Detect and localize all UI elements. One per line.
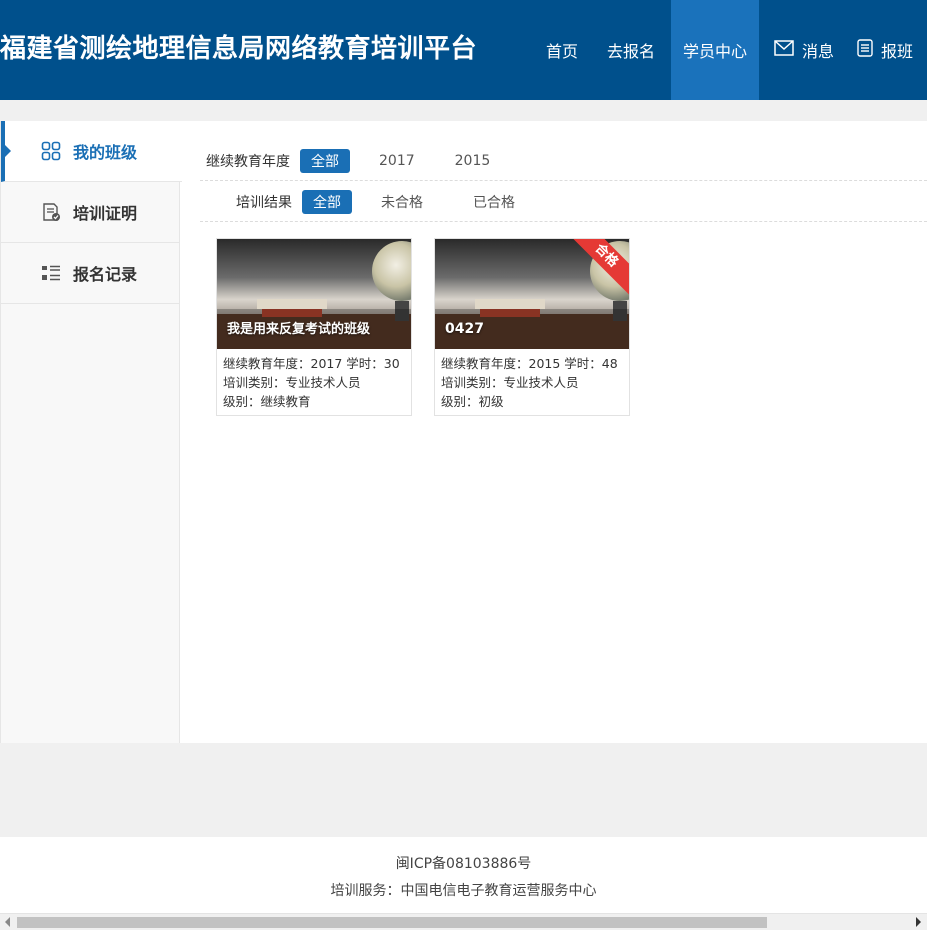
nav-student-center-label: 学员中心 xyxy=(682,42,747,61)
year-filter-all[interactable]: 全部 xyxy=(300,148,350,173)
nav-home-label: 首页 xyxy=(545,42,578,61)
scroll-left-icon[interactable] xyxy=(5,917,10,927)
certificate-icon xyxy=(41,202,61,222)
year-filter: 继续教育年度 全部 2017 2015 xyxy=(200,141,927,181)
class-level: 级别：初级 xyxy=(441,394,504,409)
horizontal-scrollbar[interactable] xyxy=(0,913,927,930)
main-container: 我的班级 培训证明 报名记录 继续教育年度 全部 2017 2015 培训结果 … xyxy=(0,121,927,743)
class-category: 培训类别：专业技术人员 xyxy=(441,375,579,390)
nav-enroll-label: 去报名 xyxy=(606,42,655,61)
scrollbar-thumb[interactable] xyxy=(17,917,767,928)
nav-student-center[interactable]: 学员中心 xyxy=(671,0,759,100)
service-provider: 培训服务：中国电信电子教育运营服务中心 xyxy=(330,883,597,899)
sidebar-item-my-classes[interactable]: 我的班级 xyxy=(1,121,182,182)
class-info: 继续教育年度：2017 学时：30 培训类别：专业技术人员 级别：继续教育 xyxy=(217,349,411,411)
sidebar-item-label: 报名记录 xyxy=(73,265,138,284)
result-filter-failed[interactable]: 未合格 xyxy=(370,190,434,214)
site-header: 福建省测绘地理信息局网络教育培训平台 首页 去报名 学员中心 消息 报班 xyxy=(0,0,927,100)
list-icon xyxy=(857,39,873,61)
sidebar: 我的班级 培训证明 报名记录 xyxy=(0,121,182,743)
class-card[interactable]: 合格 0427 继续教育年度：2015 学时：48 培训类别：专业技术人员 级别… xyxy=(434,238,630,416)
sidebar-item-enroll-records[interactable]: 报名记录 xyxy=(1,243,179,304)
nav-registration-label: 报班 xyxy=(881,42,914,61)
nav-registration[interactable]: 报班 xyxy=(849,0,927,100)
scroll-right-icon[interactable] xyxy=(916,917,921,927)
class-thumbnail: 我是用来反复考试的班级 xyxy=(217,239,411,349)
nav-enroll[interactable]: 去报名 xyxy=(591,0,671,100)
nav-home[interactable]: 首页 xyxy=(533,0,591,100)
year-filter-2015[interactable]: 2015 xyxy=(444,151,502,171)
result-filter-label: 培训结果 xyxy=(236,194,292,211)
sidebar-item-label: 培训证明 xyxy=(73,204,138,223)
sidebar-item-certificate[interactable]: 培训证明 xyxy=(1,182,179,243)
class-title: 我是用来反复考试的班级 xyxy=(227,322,371,337)
result-filter: 培训结果 全部 未合格 已合格 xyxy=(200,182,927,222)
main-nav: 首页 去报名 学员中心 消息 报班 xyxy=(533,0,927,100)
class-year-hours: 继续教育年度：2017 学时：30 xyxy=(223,356,400,371)
year-filter-label: 继续教育年度 xyxy=(206,153,290,170)
list-record-icon xyxy=(41,263,61,283)
site-title: 福建省测绘地理信息局网络教育培训平台 xyxy=(0,34,478,64)
icp-record: 闽ICP备08103886号 xyxy=(395,856,532,872)
result-filter-all[interactable]: 全部 xyxy=(302,189,352,214)
grid-icon xyxy=(41,141,61,161)
class-level: 级别：继续教育 xyxy=(223,394,311,409)
mail-icon xyxy=(774,40,794,60)
nav-messages[interactable]: 消息 xyxy=(759,0,849,100)
result-filter-passed[interactable]: 已合格 xyxy=(462,190,526,214)
sidebar-item-label: 我的班级 xyxy=(73,143,138,162)
class-category: 培训类别：专业技术人员 xyxy=(223,375,361,390)
class-year-hours: 继续教育年度：2015 学时：48 xyxy=(441,356,618,371)
class-thumbnail: 合格 0427 xyxy=(435,239,629,349)
class-title: 0427 xyxy=(445,321,484,337)
class-card[interactable]: 我是用来反复考试的班级 继续教育年度：2017 学时：30 培训类别：专业技术人… xyxy=(216,238,412,416)
year-filter-2017[interactable]: 2017 xyxy=(368,151,426,171)
nav-messages-label: 消息 xyxy=(801,42,834,61)
class-info: 继续教育年度：2015 学时：48 培训类别：专业技术人员 级别：初级 xyxy=(435,349,629,411)
site-footer: 闽ICP备08103886号 培训服务：中国电信电子教育运营服务中心 xyxy=(0,837,927,913)
